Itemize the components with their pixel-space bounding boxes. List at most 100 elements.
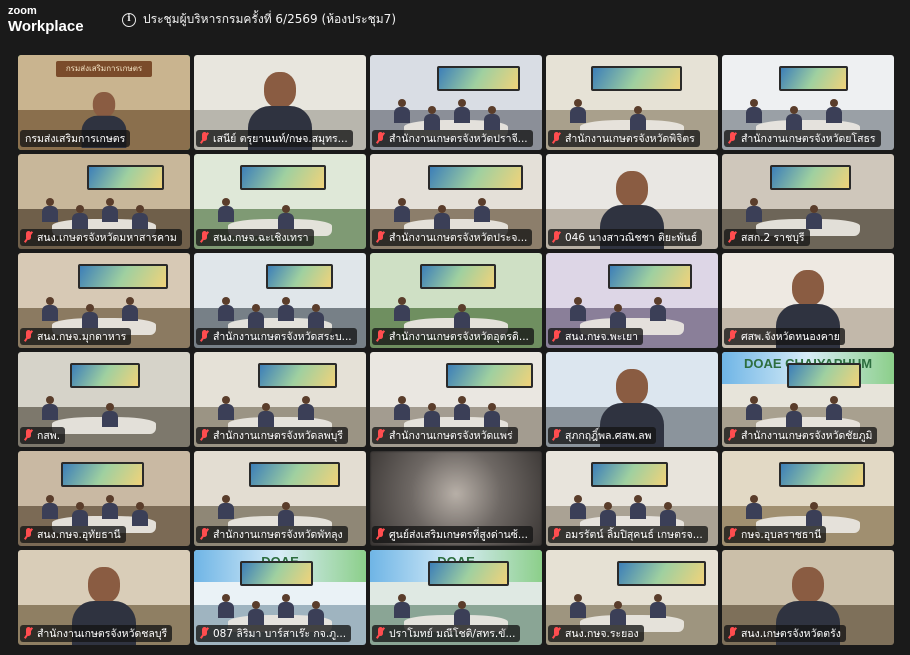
participant-tile[interactable]: สสก.2 ราชบุรี: [722, 154, 894, 249]
zoom-workplace-logo: zoom Workplace: [8, 6, 84, 35]
participant-name-tag: สนง.เกษตรจังหวัดมหาสารคาม: [20, 229, 182, 246]
participant-tile[interactable]: สุภกฤฎิ์พล.ศสพ.ลพ: [546, 352, 718, 447]
participant-tile[interactable]: สำนักงานเกษตรจังหวัดพิจิตร: [546, 55, 718, 150]
muted-mic-icon: [551, 528, 562, 541]
participant-tile[interactable]: ศูนย์ส่งเสริมเกษตรที่สูงด่านซ้...: [370, 451, 542, 546]
muted-mic-icon: [199, 231, 210, 244]
participant-tile[interactable]: สนง.กษจ.มุกดาหาร: [18, 253, 190, 348]
muted-mic-icon: [551, 330, 562, 343]
participant-name: สำนักงานเกษตรจังหวัดชลบุรี: [37, 628, 168, 640]
participant-tile[interactable]: DOAE087 ลิริมา บาร์สาเร๊ะ กจ.ภู...: [194, 550, 366, 645]
participant-name-tag: สนง.กษจ.อุทัยธานี: [20, 526, 126, 543]
muted-mic-icon: [551, 231, 562, 244]
muted-mic-icon: [199, 528, 210, 541]
participant-name-tag: สนง.กษจ.ฉะเชิงเทรา: [196, 229, 314, 246]
participant-name: สนง.กษจ.พะเยา: [565, 331, 639, 343]
muted-mic-icon: [727, 231, 738, 244]
participant-name: 087 ลิริมา บาร์สาเร๊ะ กจ.ภู...: [213, 628, 347, 640]
wall-sign: กรมส่งเสริมการเกษตร: [55, 61, 153, 77]
muted-mic-icon: [199, 627, 210, 640]
muted-mic-icon: [375, 330, 386, 343]
participant-name: สำนักงานเกษตรจังหวัดพัทลุง: [213, 529, 343, 541]
participant-tile[interactable]: สำนักงานเกษตรจังหวัดยโสธร: [722, 55, 894, 150]
participant-tile[interactable]: สำนักงานเกษตรจังหวัดแพร่: [370, 352, 542, 447]
participant-tile[interactable]: กสพ.: [18, 352, 190, 447]
meeting-title: ประชุมผู้บริหารกรมครั้งที่ 6/2569 (ห้องป…: [143, 12, 396, 26]
participant-name: สสก.2 ราชบุรี: [741, 232, 805, 244]
participant-tile[interactable]: สนง.กษจ.พะเยา: [546, 253, 718, 348]
title-bar: zoom Workplace i ประชุมผู้บริหารกรมครั้ง…: [0, 0, 910, 48]
participant-name: สำนักงานเกษตรจังหวัดปราจี...: [389, 133, 528, 145]
participant-tile[interactable]: สำนักงานเกษตรจังหวัดชลบุรี: [18, 550, 190, 645]
participant-name-tag: เสนีย์ ตรุยานนท์/กษจ.สมุทร...: [196, 130, 353, 147]
muted-mic-icon: [375, 132, 386, 145]
participant-name: สำนักงานเกษตรจังหวัดแพร่: [389, 430, 513, 442]
gallery-view: กรมส่งเสริมการเกษตร กรมส่งเสริมการเกษตร เส…: [18, 55, 898, 655]
participant-name-tag: สำนักงานเกษตรจังหวัดพิจิตร: [548, 130, 700, 147]
participant-name: สำนักงานเกษตรจังหวัดชัยภูมิ: [741, 430, 873, 442]
participant-tile[interactable]: สำนักงานเกษตรจังหวัดพัทลุง: [194, 451, 366, 546]
participant-tile[interactable]: สำนักงานเกษตรจังหวัดประจ...: [370, 154, 542, 249]
participant-name-tag: สสก.2 ราชบุรี: [724, 229, 810, 246]
participant-name-tag: สำนักงานเกษตรจังหวัดพัทลุง: [196, 526, 348, 543]
participant-tile[interactable]: เสนีย์ ตรุยานนท์/กษจ.สมุทร...: [194, 55, 366, 150]
participant-tile[interactable]: 046 นางสาวณิชชา ติยะพันธ์: [546, 154, 718, 249]
participant-name-tag: กษจ.อุบลราชธานี: [724, 526, 827, 543]
logo-brand-bottom: Workplace: [8, 18, 84, 35]
participant-name: สำนักงานเกษตรจังหวัดลพบุรี: [213, 430, 343, 442]
participant-name-tag: สำนักงานเกษตรจังหวัดชลบุรี: [20, 625, 173, 642]
participant-name: สำนักงานเกษตรจังหวัดประจ...: [389, 232, 528, 244]
participant-name-tag: สนง.กษจ.มุกดาหาร: [20, 328, 132, 345]
info-icon[interactable]: i: [122, 12, 136, 27]
participant-name-tag: ศูนย์ส่งเสริมเกษตรที่สูงด่านซ้...: [372, 526, 533, 543]
muted-mic-icon: [375, 528, 386, 541]
muted-mic-icon: [727, 429, 738, 442]
meeting-info[interactable]: i ประชุมผู้บริหารกรมครั้งที่ 6/2569 (ห้อ…: [122, 10, 396, 29]
participant-name-tag: สำนักงานเกษตรจังหวัดประจ...: [372, 229, 533, 246]
muted-mic-icon: [375, 627, 386, 640]
muted-mic-icon: [199, 330, 210, 343]
participant-name-tag: สำนักงานเกษตรจังหวัดลพบุรี: [196, 427, 348, 444]
participant-tile[interactable]: อมรรัตน์ ลิ้มปิสุคนธ์ เกษตรจ...: [546, 451, 718, 546]
participant-name: สนง.กษจ.ฉะเชิงเทรา: [213, 232, 309, 244]
muted-mic-icon: [23, 330, 34, 343]
participant-name-tag: สำนักงานเกษตรจังหวัดสระบ...: [196, 328, 357, 345]
muted-mic-icon: [727, 528, 738, 541]
participant-tile[interactable]: สนง.กษจ.ฉะเชิงเทรา: [194, 154, 366, 249]
participant-tile[interactable]: สำนักงานเกษตรจังหวัดอุตรดิ...: [370, 253, 542, 348]
participant-name-tag: กรมส่งเสริมการเกษตร: [20, 130, 131, 147]
participant-name: ศสพ.จังหวัดหนองคาย: [741, 331, 840, 343]
participant-tile[interactable]: ศสพ.จังหวัดหนองคาย: [722, 253, 894, 348]
participant-name-tag: อมรรัตน์ ลิ้มปิสุคนธ์ เกษตรจ...: [548, 526, 708, 543]
muted-mic-icon: [199, 429, 210, 442]
participant-name: สำนักงานเกษตรจังหวัดอุตรดิ...: [389, 331, 529, 343]
participant-name: เสนีย์ ตรุยานนท์/กษจ.สมุทร...: [213, 133, 348, 145]
participant-name-tag: สนง.กษจ.ระยอง: [548, 625, 644, 642]
participant-name-tag: สำนักงานเกษตรจังหวัดยโสธร: [724, 130, 881, 147]
muted-mic-icon: [23, 627, 34, 640]
participant-name-tag: สนง.เกษตรจังหวัดตรัง: [724, 625, 846, 642]
participant-name-tag: กสพ.: [20, 427, 66, 444]
participant-name-tag: สำนักงานเกษตรจังหวัดอุตรดิ...: [372, 328, 534, 345]
participant-tile[interactable]: สนง.เกษตรจังหวัดมหาสารคาม: [18, 154, 190, 249]
muted-mic-icon: [23, 429, 34, 442]
participant-tile[interactable]: DOAEปราโมทย์ มณีโชติ/สทร.ขั...: [370, 550, 542, 645]
participant-tile[interactable]: สนง.กษจ.ระยอง: [546, 550, 718, 645]
participant-name-tag: สนง.กษจ.พะเยา: [548, 328, 644, 345]
participant-tile[interactable]: สนง.เกษตรจังหวัดตรัง: [722, 550, 894, 645]
participant-tile[interactable]: สำนักงานเกษตรจังหวัดปราจี...: [370, 55, 542, 150]
muted-mic-icon: [375, 429, 386, 442]
muted-mic-icon: [727, 330, 738, 343]
participant-name: สนง.กษจ.ระยอง: [565, 628, 639, 640]
muted-mic-icon: [375, 231, 386, 244]
muted-mic-icon: [199, 132, 210, 145]
participant-tile[interactable]: สำนักงานเกษตรจังหวัดลพบุรี: [194, 352, 366, 447]
participant-tile[interactable]: กรมส่งเสริมการเกษตร กรมส่งเสริมการเกษตร: [18, 55, 190, 150]
participant-tile[interactable]: กษจ.อุบลราชธานี: [722, 451, 894, 546]
participant-name: ปราโมทย์ มณีโชติ/สทร.ขั...: [389, 628, 516, 640]
participant-tile[interactable]: สนง.กษจ.อุทัยธานี: [18, 451, 190, 546]
participant-tile[interactable]: DOAE CHAIYAPHUMสำนักงานเกษตรจังหวัดชัยภู…: [722, 352, 894, 447]
participant-tile[interactable]: สำนักงานเกษตรจังหวัดสระบ...: [194, 253, 366, 348]
muted-mic-icon: [551, 627, 562, 640]
participant-name: ศูนย์ส่งเสริมเกษตรที่สูงด่านซ้...: [389, 529, 528, 541]
